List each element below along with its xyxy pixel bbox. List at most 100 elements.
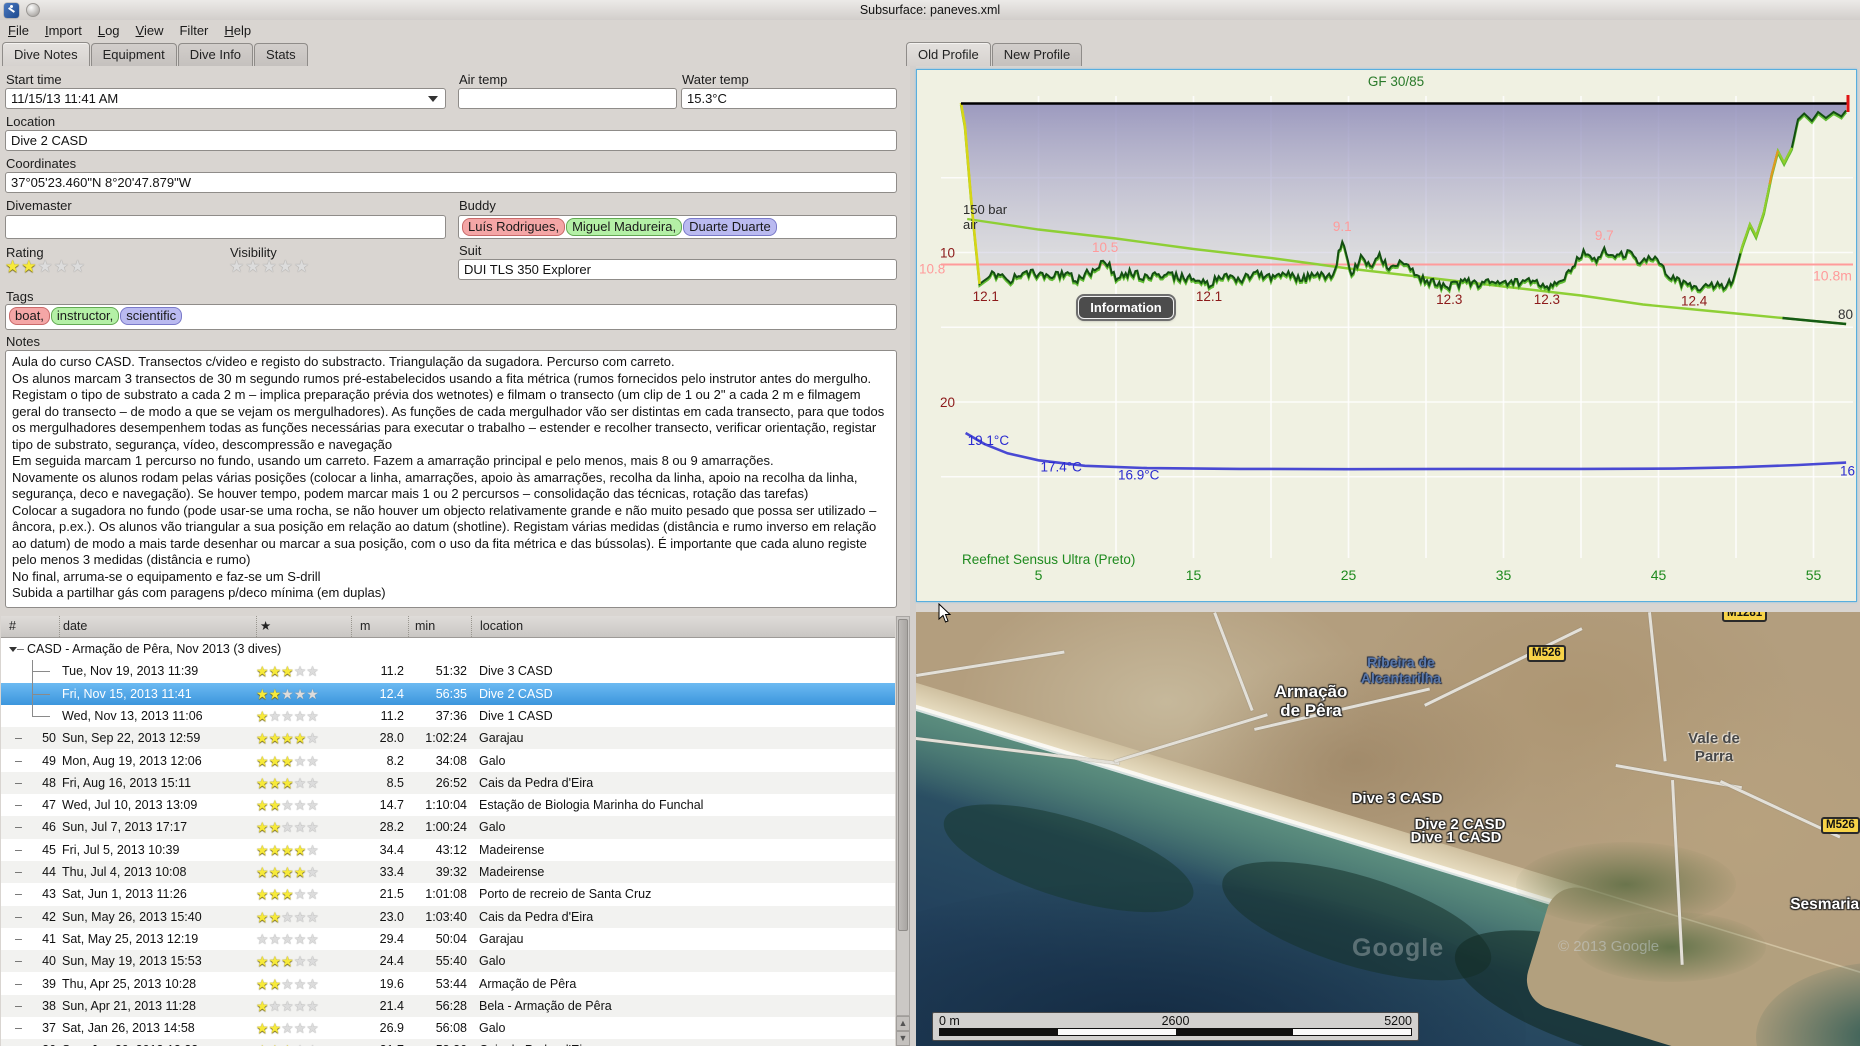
dive-rating: ★★★★★ — [256, 928, 351, 950]
dive-list-header[interactable]: # date ★ m min location — [1, 616, 895, 638]
column-header-date[interactable]: date — [59, 616, 256, 637]
dive-location: Galo — [479, 820, 506, 835]
dive-date: Sat, Jan 26, 2013 14:58 — [62, 1021, 195, 1036]
svg-text:9.7: 9.7 — [1595, 228, 1614, 243]
chip-miguel-madureira[interactable]: Miguel Madureira, — [566, 218, 683, 236]
rating-stars[interactable]: ★★★★★ — [5, 257, 86, 277]
dive-row-trip-child[interactable]: Wed, Nov 13, 2013 11:06 ★★★★★ 11.2 37:36 Div… — [1, 704, 895, 727]
svg-text:12.3: 12.3 — [1436, 292, 1462, 307]
menu-log[interactable]: Log — [90, 20, 128, 41]
star-icon: ★ — [293, 930, 307, 947]
dive-row[interactable]: –41 Sat, May 25, 2013 12:19 ★★★★★ 29.4 50:04… — [1, 928, 895, 950]
trip-row[interactable]: – CASD - Armação de Pêra, Nov 2013 (3 div… — [1, 638, 895, 660]
svg-text:16.9°C: 16.9°C — [1118, 467, 1160, 482]
start-time-input[interactable] — [5, 88, 446, 109]
dive-row[interactable]: –39 Thu, Apr 25, 2013 10:28 ★★★★★ 19.6 53:44… — [1, 973, 895, 995]
dive-row[interactable]: –48 Fri, Aug 16, 2013 15:11 ★★★★★ 8.5 26:52 C… — [1, 771, 895, 795]
star-icon: ★ — [256, 730, 269, 747]
dive-row[interactable]: –49 Mon, Aug 19, 2013 12:06 ★★★★★ 8.2 34:08 G… — [1, 750, 895, 772]
dive-date: Thu, Apr 25, 2013 10:28 — [62, 976, 197, 991]
dive-site-map[interactable]: Armação de Pêra Ribeira de Alcantarilha … — [916, 612, 1860, 1046]
tree-dash: – — [17, 642, 24, 656]
information-button[interactable]: Information — [1078, 296, 1174, 319]
map-marker-dive1-casd[interactable]: Dive 1 CASD — [1401, 829, 1511, 846]
column-header-stars[interactable]: ★ — [256, 616, 351, 637]
dive-row[interactable]: –46 Sun, Jul 7, 2013 17:17 ★★★★★ 28.2 1:00:2… — [1, 816, 895, 839]
start-time-dropdown-icon[interactable] — [428, 96, 438, 102]
dive-depth: 21.5 — [379, 887, 404, 902]
titlebar[interactable]: Subsurface: paneves.xml — [0, 0, 1860, 20]
dive-list-scrollbar[interactable] — [896, 616, 910, 1016]
star-icon: ★ — [281, 752, 294, 769]
buddy-input[interactable]: Luís Rodrigues, Miguel Madureira, Duarte D… — [458, 215, 897, 239]
scroll-up-button[interactable]: ▲ — [896, 1016, 910, 1031]
air-temp-input[interactable] — [458, 88, 677, 109]
dive-list-scrollbar-thumb[interactable] — [898, 619, 908, 931]
svg-text:Reefnet Sensus Ultra (Preto): Reefnet Sensus Ultra (Preto) — [962, 552, 1135, 567]
tags-input[interactable]: boat, instructor, scientific — [5, 304, 897, 330]
star-icon: ★ — [281, 663, 294, 680]
menu-file[interactable]: File — [0, 20, 37, 41]
svg-text:10: 10 — [940, 246, 955, 261]
dive-row[interactable]: –45 Fri, Jul 5, 2013 10:39 ★★★★★ 34.4 43:12 M… — [1, 839, 895, 861]
divemaster-input[interactable] — [5, 215, 446, 239]
dive-row[interactable]: –37 Sat, Jan 26, 2013 14:58 ★★★★★ 26.9 56:08… — [1, 1017, 895, 1039]
tab-old-profile[interactable]: Old Profile — [906, 42, 991, 66]
suit-input[interactable] — [458, 259, 897, 280]
dive-row[interactable]: –42 Sun, May 26, 2013 15:40 ★★★★★ 23.0 1:03:… — [1, 905, 895, 928]
dive-duration: 56:28 — [435, 998, 467, 1013]
chip-instructor[interactable]: instructor, — [50, 307, 120, 325]
tab-equipment[interactable]: Equipment — [90, 43, 177, 66]
dive-row[interactable]: –47 Wed, Jul 10, 2013 13:09 ★★★★★ 14.7 1:10:… — [1, 794, 895, 816]
dive-duration: 1:03:40 — [425, 909, 467, 924]
road-shield-m526: M526 — [1821, 817, 1860, 834]
dive-row[interactable]: –50 Sun, Sep 22, 2013 12:59 ★★★★★ 28.0 1:02:… — [1, 727, 895, 750]
star-icon: ★ — [306, 819, 319, 836]
tab-stats[interactable]: Stats — [254, 43, 308, 66]
coordinates-input[interactable] — [5, 172, 897, 193]
dive-number-cell: – 36 — [1, 1039, 59, 1046]
menu-help[interactable]: Help — [216, 20, 259, 41]
menu-filter[interactable]: Filter — [171, 20, 216, 41]
chip-duarte-duarte[interactable]: Duarte Duarte — [683, 218, 777, 236]
water-temp-input[interactable] — [681, 88, 897, 109]
column-header-num[interactable]: # — [1, 616, 59, 637]
scroll-down-button[interactable]: ▼ — [896, 1031, 910, 1046]
dive-row[interactable]: –36Sun, Jan 20, 2013 12:33★★★★★21.758:36… — [1, 1039, 895, 1046]
tree-dash: – — [15, 798, 22, 813]
svg-text:GF 30/85: GF 30/85 — [1368, 74, 1424, 89]
tab-dive-notes[interactable]: Dive Notes — [2, 42, 90, 66]
dive-row[interactable]: –43 Sat, Jun 1, 2013 11:26 ★★★★★ 21.5 1:01:0… — [1, 883, 895, 905]
scale-mid: 2600 — [1161, 1014, 1190, 1028]
chip-boat[interactable]: boat, — [9, 307, 50, 325]
tab-dive-info[interactable]: Dive Info — [177, 43, 254, 66]
star-icon: ★ — [53, 257, 70, 276]
dive-row[interactable]: –44 Thu, Jul 4, 2013 10:08 ★★★★★ 33.4 39:32 M… — [1, 861, 895, 884]
menu-import[interactable]: Import — [37, 20, 90, 41]
notes-input[interactable]: Aula do curso CASD. Transectos c/video e… — [5, 350, 897, 608]
tab-new-profile[interactable]: New Profile — [991, 43, 1083, 66]
dive-location: Porto de recreio de Santa Cruz — [479, 887, 652, 902]
dive-depth: 19.6 — [379, 976, 404, 991]
dive-row-trip-child[interactable]: Fri, Nov 15, 2013 11:41 ★★★★★ 12.4 56:35 Div… — [1, 682, 895, 705]
map-label-sesmarias: Sesmarias — [1790, 896, 1860, 913]
menu-view[interactable]: View — [128, 20, 172, 41]
dive-row[interactable]: –38 Sun, Apr 21, 2013 11:28 ★★★★★ 21.4 56:28… — [1, 994, 895, 1018]
map-copyright: © 2013 Google — [1558, 938, 1660, 955]
tree-dash: – — [15, 976, 22, 991]
tree-line — [32, 704, 33, 716]
dive-profile-chart[interactable]: GF 30/85 150 bar air 80 10.8 10.8m 10 20 5 15 25 35… — [916, 69, 1857, 602]
column-header-min[interactable]: min — [408, 616, 471, 637]
map-marker-dive3-casd[interactable]: Dive 3 CASD — [1342, 790, 1452, 807]
dive-row[interactable]: –40 Sun, May 19, 2013 15:53 ★★★★★ 24.4 55:40… — [1, 950, 895, 973]
column-header-location[interactable]: location — [471, 616, 895, 637]
chip-luís-rodrigues[interactable]: Luís Rodrigues, — [462, 218, 566, 236]
collapse-caret-icon[interactable] — [9, 647, 17, 652]
star-icon: ★ — [293, 685, 307, 702]
dive-duration: 56:08 — [435, 1021, 467, 1036]
dive-row-trip-child[interactable]: Tue, Nov 19, 2013 11:39 ★★★★★ 11.2 51:32 Div… — [1, 660, 895, 683]
visibility-stars[interactable]: ★★★★★ — [229, 257, 310, 277]
chip-scientific[interactable]: scientific — [120, 307, 183, 325]
location-input[interactable] — [5, 130, 897, 151]
column-header-m[interactable]: m — [351, 616, 408, 637]
